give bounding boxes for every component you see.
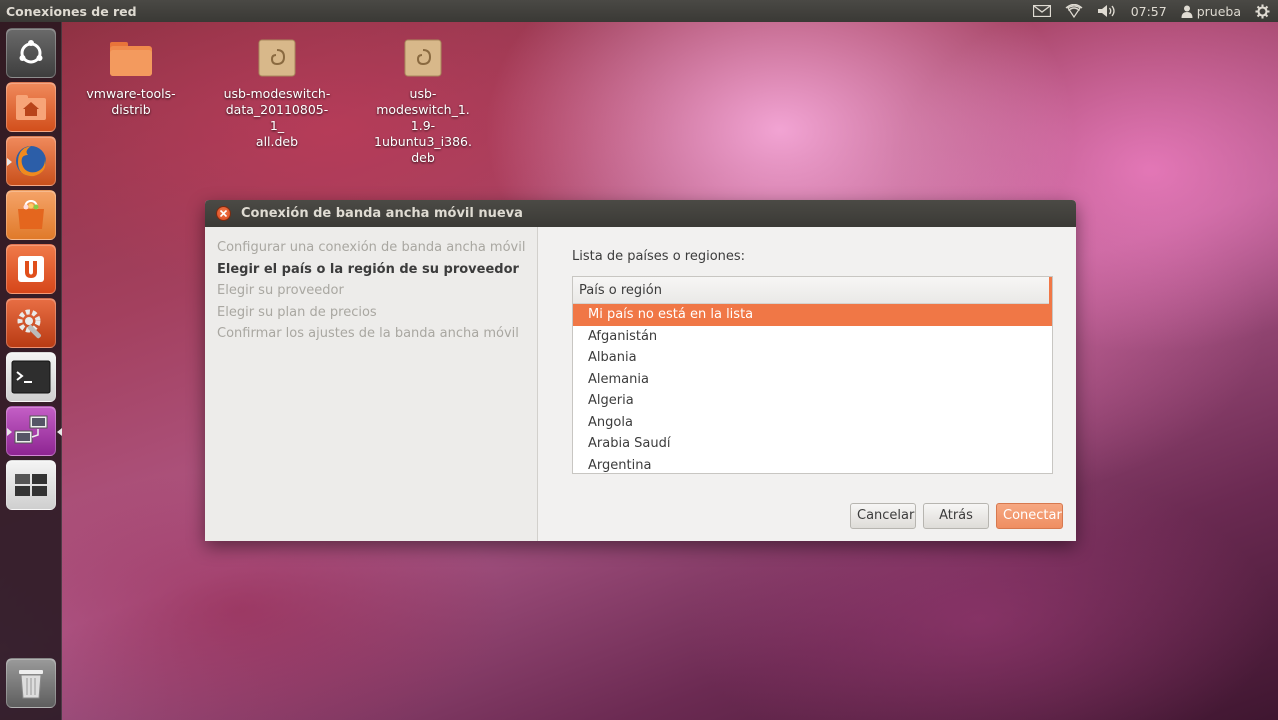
step-confirm: Confirmar los ajustes de la banda ancha … (217, 326, 519, 341)
list-item[interactable]: Afganistán (573, 326, 1052, 348)
launcher-network-connections[interactable] (6, 406, 62, 456)
active-indicator (57, 428, 62, 436)
step-configure: Configurar una conexión de banda ancha m… (217, 240, 526, 255)
workspaces-icon (15, 474, 47, 496)
launcher-ubuntu-one[interactable] (6, 244, 56, 294)
step-choose-provider: Elegir su proveedor (217, 283, 344, 298)
running-indicator (7, 158, 12, 166)
close-icon (220, 210, 227, 217)
mobile-broadband-dialog: Conexión de banda ancha móvil nueva Conf… (205, 200, 1076, 541)
launcher-firefox[interactable] (6, 136, 56, 186)
assistant-page: Lista de países o regiones: País o regió… (539, 227, 1076, 541)
launcher-workspace-switcher[interactable] (6, 460, 56, 510)
user-name: prueba (1196, 3, 1241, 19)
launcher-system-settings[interactable] (6, 298, 56, 348)
step-choose-country: Elegir el país o la región de su proveed… (217, 261, 519, 277)
desktop-icon-usb-modeswitch[interactable]: usb-modeswitch_1. 1.9-1ubuntu3_i386. deb (368, 38, 478, 166)
desktop-icon-vmware-tools[interactable]: vmware-tools- distrib (76, 38, 186, 118)
assistant-steps: Configurar una conexión de banda ancha m… (205, 227, 538, 541)
app-title: Conexiones de red (6, 3, 137, 19)
network-wireless-icon[interactable] (1065, 4, 1083, 18)
launcher-dash-home[interactable] (6, 28, 56, 78)
list-item[interactable]: Angola (573, 412, 1052, 434)
firefox-icon (16, 146, 46, 177)
mail-icon[interactable] (1032, 5, 1051, 17)
back-button[interactable]: Atrás (923, 503, 989, 529)
country-list[interactable]: País o región Mi país no está en la list… (572, 276, 1053, 474)
country-list-label: Lista de países o regiones: (572, 249, 746, 264)
desktop-icon-usb-modeswitch-data[interactable]: usb-modeswitch- data_20110805-1_ all.deb (222, 38, 332, 150)
desktop-icon-label: usb-modeswitch- data_20110805-1_ all.deb (223, 86, 331, 149)
dialog-title: Conexión de banda ancha móvil nueva (241, 206, 523, 221)
launcher-terminal[interactable] (6, 352, 56, 402)
desktop-icon-label: vmware-tools- distrib (86, 86, 176, 117)
network-computers-icon (14, 415, 48, 444)
column-header-country[interactable]: País o región (573, 277, 1052, 304)
trash-icon (19, 670, 43, 699)
terminal-icon (11, 360, 51, 394)
clock[interactable]: 07:57 (1131, 4, 1167, 19)
launcher-software-center[interactable] (6, 190, 56, 240)
list-item[interactable]: Arabia Saudí (573, 433, 1052, 455)
cancel-button[interactable]: Cancelar (850, 503, 916, 529)
list-item[interactable]: Mi país no está en la lista (573, 304, 1052, 326)
launcher-home-folder[interactable] (6, 82, 56, 132)
ubuntu-one-icon (18, 256, 44, 282)
volume-icon[interactable] (1097, 4, 1117, 18)
user-menu[interactable]: prueba (1181, 4, 1241, 19)
list-item[interactable]: Algeria (573, 390, 1052, 412)
top-panel: Conexiones de red 07:57 prueba (0, 0, 1278, 22)
folder-icon (110, 42, 152, 76)
indicator-area: 07:57 prueba (1032, 0, 1278, 22)
list-item[interactable]: Alemania (573, 369, 1052, 391)
home-folder-icon (16, 95, 46, 120)
settings-tools-icon (17, 309, 41, 339)
debian-package-icon (404, 39, 442, 77)
dialog-titlebar[interactable]: Conexión de banda ancha móvil nueva (205, 200, 1076, 227)
ubuntu-logo-icon (19, 40, 43, 64)
desktop-icon-label: usb-modeswitch_1. 1.9-1ubuntu3_i386. deb (374, 86, 472, 165)
launcher (0, 22, 62, 720)
launcher-trash[interactable] (6, 658, 56, 708)
gear-icon[interactable] (1255, 3, 1270, 19)
step-choose-plan: Elegir su plan de precios (217, 304, 377, 320)
shopping-bag-icon (18, 199, 44, 229)
connect-button[interactable]: Conectar (996, 503, 1063, 529)
list-item[interactable]: Albania (573, 347, 1052, 369)
user-icon (1181, 5, 1193, 18)
list-item[interactable]: Argentina (573, 455, 1052, 474)
debian-package-icon (258, 39, 296, 77)
running-indicator (7, 428, 12, 436)
close-button[interactable] (216, 206, 231, 221)
